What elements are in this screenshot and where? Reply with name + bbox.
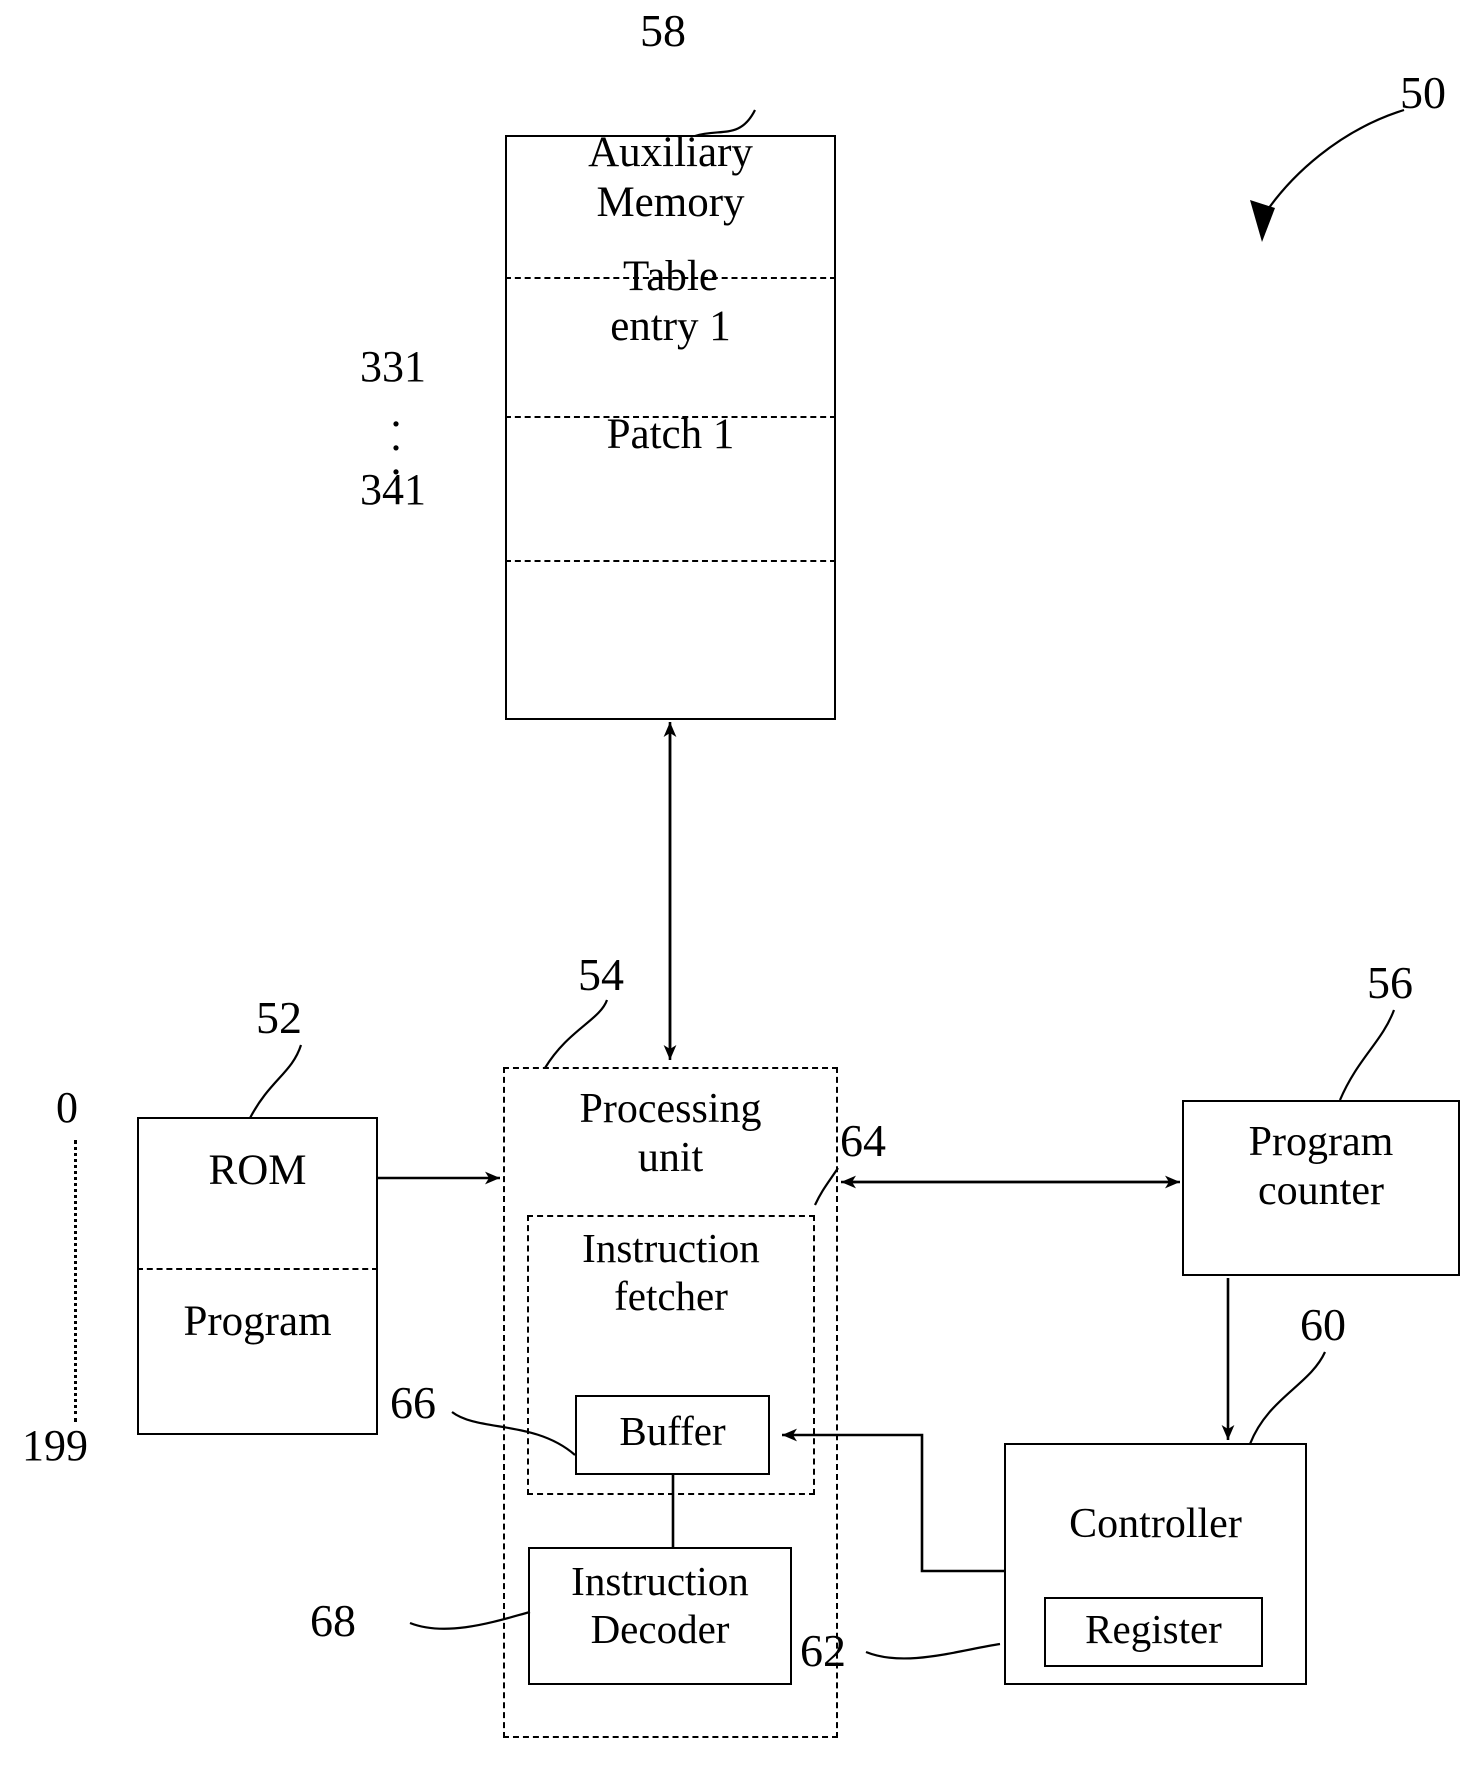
rom-program-section: Program [183, 1298, 332, 1345]
rom-divider [137, 1268, 378, 1270]
aux-memory-address-bottom: 341 [360, 465, 426, 514]
controller-title: Controller [1069, 1501, 1242, 1547]
instruction-decoder-ref-68: 68 [310, 1595, 356, 1646]
register-title: Register [1085, 1606, 1222, 1652]
leader-62 [865, 1642, 1001, 1660]
controller-ref-60: 60 [1300, 1299, 1346, 1350]
register-ref-62: 62 [800, 1625, 846, 1676]
processing-unit-title: Processing unit [579, 1086, 762, 1181]
aux-memory-address-ellipsis: ... [390, 387, 402, 485]
aux-memory-ref-58: 58 [640, 5, 686, 56]
aux-memory-row-patch: Patch 1 [606, 411, 735, 458]
program-counter-ref-56: 56 [1367, 957, 1413, 1008]
rom-address-end: 199 [22, 1421, 88, 1470]
program-counter-title: Program counter [1248, 1119, 1394, 1214]
leader-54 [544, 999, 609, 1069]
patent-figure: Auxiliary Memory Table entry 1 Patch 1 3… [0, 0, 1484, 1775]
figure-ref-50: 50 [1400, 67, 1446, 118]
rom-ref-52: 52 [256, 992, 302, 1043]
figure-ref-leader [1250, 108, 1405, 242]
instruction-fetcher-title: Instruction fetcher [582, 1225, 760, 1319]
rom-address-range-dotline [74, 1140, 77, 1422]
instruction-decoder-title: Instruction Decoder [571, 1558, 749, 1652]
buffer-title: Buffer [619, 1408, 726, 1454]
buffer-ref-66: 66 [390, 1377, 436, 1428]
rom-title: ROM [208, 1147, 307, 1194]
leader-52 [249, 1044, 303, 1119]
aux-memory-address-top: 331 [360, 342, 426, 391]
aux-memory-divider-3 [505, 560, 836, 562]
leader-56 [1338, 1009, 1396, 1101]
leader-60 [1248, 1351, 1327, 1445]
instruction-fetcher-ref-64: 64 [840, 1115, 886, 1166]
auxiliary-memory-title: Auxiliary Memory [588, 129, 753, 226]
rom-address-start: 0 [56, 1083, 78, 1132]
aux-memory-row-table-entry: Table entry 1 [610, 253, 731, 350]
processing-unit-ref-54: 54 [578, 949, 624, 1000]
